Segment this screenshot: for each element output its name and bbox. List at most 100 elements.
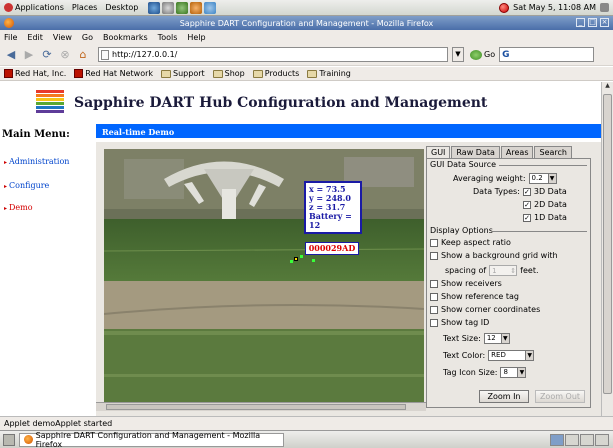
- demo-applet: x = 73.5 y = 248.0 z = 31.7 Battery = 12…: [96, 142, 601, 416]
- map-horizontal-scrollbar[interactable]: [96, 402, 426, 411]
- places-menu[interactable]: Places: [72, 3, 97, 12]
- bullet-icon: ▸: [4, 205, 8, 212]
- tab-areas[interactable]: Areas: [500, 146, 534, 158]
- menu-tools[interactable]: Tools: [158, 33, 178, 42]
- show-receivers-checkbox[interactable]: [430, 279, 438, 288]
- workspace-2[interactable]: [565, 433, 579, 446]
- sidebar-item-demo[interactable]: ▸ Demo: [0, 203, 33, 212]
- go-icon: [470, 49, 482, 60]
- taskbar-firefox-window[interactable]: Sapphire DART Configuration and Manageme…: [19, 431, 284, 448]
- volume-icon[interactable]: [600, 3, 609, 12]
- forward-arrow-icon[interactable]: ▶: [22, 48, 36, 61]
- 1d-data-label: 1D Data: [534, 213, 567, 222]
- page-scroll-thumb[interactable]: [603, 94, 612, 394]
- workspace-3[interactable]: [580, 433, 594, 446]
- go-button[interactable]: Go: [470, 49, 495, 60]
- control-tabs: GUI Raw Data Areas Search: [426, 146, 591, 158]
- chevron-down-icon: ▼: [525, 351, 534, 360]
- menu-file[interactable]: File: [4, 33, 17, 42]
- stop-icon[interactable]: ⊗: [58, 48, 72, 61]
- workspace-4[interactable]: [595, 433, 609, 446]
- close-button[interactable]: ×: [600, 18, 609, 27]
- minimize-button[interactable]: _: [576, 18, 585, 27]
- menu-view[interactable]: View: [53, 33, 72, 42]
- 2d-data-label: 2D Data: [534, 200, 567, 209]
- foot-icon: [4, 3, 13, 12]
- averaging-weight-select[interactable]: 0.2 ▼: [528, 173, 557, 184]
- calc-launcher-icon[interactable]: [204, 1, 217, 14]
- firefox-launcher-icon[interactable]: [148, 1, 161, 14]
- 3d-data-checkbox[interactable]: ✓: [522, 187, 531, 196]
- show-tag-id-checkbox[interactable]: [430, 318, 438, 327]
- update-notifier-icon[interactable]: [499, 2, 510, 13]
- sidebar-item-administration[interactable]: ▸ Administration: [0, 157, 69, 166]
- bookmark-red-hat-inc[interactable]: Red Hat, Inc.: [4, 69, 66, 78]
- control-panel: GUI Raw Data Areas Search GUI Data Sourc…: [426, 146, 591, 412]
- menu-edit[interactable]: Edit: [27, 33, 43, 42]
- panel-clock[interactable]: Sat May 5, 11:08 AM: [513, 3, 596, 12]
- show-corners-checkbox[interactable]: [430, 305, 438, 314]
- folder-icon: [307, 69, 318, 78]
- zoom-out-button[interactable]: Zoom Out: [535, 390, 585, 403]
- menu-help[interactable]: Help: [187, 33, 205, 42]
- bg-grid-checkbox[interactable]: [430, 251, 438, 260]
- page-vertical-scrollbar[interactable]: ▲: [601, 82, 613, 416]
- bottom-taskbar: Sapphire DART Configuration and Manageme…: [0, 430, 613, 448]
- writer-launcher-icon[interactable]: [176, 1, 189, 14]
- folder-icon: [252, 69, 263, 78]
- show-reference-checkbox[interactable]: [430, 292, 438, 301]
- tag-marker-icon[interactable]: [294, 257, 298, 261]
- 1d-data-checkbox[interactable]: ✓: [523, 213, 531, 222]
- keep-aspect-checkbox[interactable]: [430, 238, 438, 247]
- page-content: Sapphire DART Hub Configuration and Mana…: [0, 82, 601, 416]
- data-source-heading: GUI Data Source: [430, 160, 497, 169]
- desktop-menu[interactable]: Desktop: [105, 3, 138, 12]
- data-types-row: Data Types: ✓ 3D Data: [473, 187, 567, 196]
- aerial-map[interactable]: x = 73.5 y = 248.0 z = 31.7 Battery = 12…: [104, 149, 424, 408]
- mail-launcher-icon[interactable]: [162, 1, 175, 14]
- navigation-toolbar: ◀ ▶ ⟳ ⊗ ⌂ http://127.0.0.1/ ▼ Go G: [0, 44, 613, 66]
- url-bar[interactable]: http://127.0.0.1/: [98, 47, 448, 62]
- window-title-bar[interactable]: Sapphire DART Configuration and Manageme…: [0, 16, 613, 30]
- tab-raw-data[interactable]: Raw Data: [451, 146, 500, 158]
- bookmark-red-hat-network[interactable]: Red Hat Network: [74, 69, 153, 78]
- bookmark-shop[interactable]: Shop: [212, 69, 245, 78]
- logo-stripe: [36, 90, 64, 93]
- applications-menu[interactable]: Applications: [4, 3, 64, 12]
- reload-icon[interactable]: ⟳: [40, 48, 54, 61]
- home-icon[interactable]: ⌂: [76, 48, 90, 61]
- divider: [493, 231, 587, 232]
- bookmark-products[interactable]: Products: [252, 69, 299, 78]
- text-size-select[interactable]: 12 ▼: [483, 333, 510, 344]
- 1d-data-row: ✓ 1D Data: [523, 213, 567, 222]
- bookmark-support[interactable]: Support: [161, 69, 205, 78]
- gnome-top-panel: Applications Places Desktop Sat May 5, 1…: [0, 0, 613, 16]
- url-history-dropdown[interactable]: ▼: [452, 47, 464, 62]
- data-types-label: Data Types:: [473, 187, 520, 196]
- 2d-data-checkbox[interactable]: ✓: [523, 200, 531, 209]
- search-input[interactable]: G: [499, 47, 595, 62]
- tab-search[interactable]: Search: [534, 146, 572, 158]
- averaging-row: Averaging weight: 0.2 ▼: [453, 173, 557, 184]
- status-bar: Applet demoApplet started: [0, 416, 613, 430]
- tag-icon-size-select[interactable]: 8 ▼: [500, 367, 527, 378]
- workspace-1[interactable]: [550, 433, 564, 446]
- zoom-in-button[interactable]: Zoom In: [479, 390, 529, 403]
- back-arrow-icon[interactable]: ◀: [4, 48, 18, 61]
- url-text: http://127.0.0.1/: [112, 50, 178, 59]
- sidebar-item-configure[interactable]: ▸ Configure: [0, 181, 49, 190]
- grid-spacing-stepper[interactable]: 1 ⇕: [489, 265, 518, 276]
- show-desktop-icon[interactable]: [3, 433, 15, 446]
- bookmark-training[interactable]: Training: [307, 69, 351, 78]
- logo-stripe: [36, 98, 64, 101]
- menu-go[interactable]: Go: [82, 33, 93, 42]
- impress-launcher-icon[interactable]: [190, 1, 203, 14]
- text-color-select[interactable]: RED ▼: [488, 350, 535, 361]
- scroll-up-icon[interactable]: ▲: [602, 82, 613, 92]
- tab-gui[interactable]: GUI: [426, 146, 451, 158]
- map-scroll-thumb[interactable]: [106, 404, 406, 410]
- maximize-button[interactable]: □: [588, 18, 597, 27]
- chevron-down-icon: ▼: [517, 368, 526, 377]
- menu-bookmarks[interactable]: Bookmarks: [103, 33, 148, 42]
- folder-icon: [161, 69, 172, 78]
